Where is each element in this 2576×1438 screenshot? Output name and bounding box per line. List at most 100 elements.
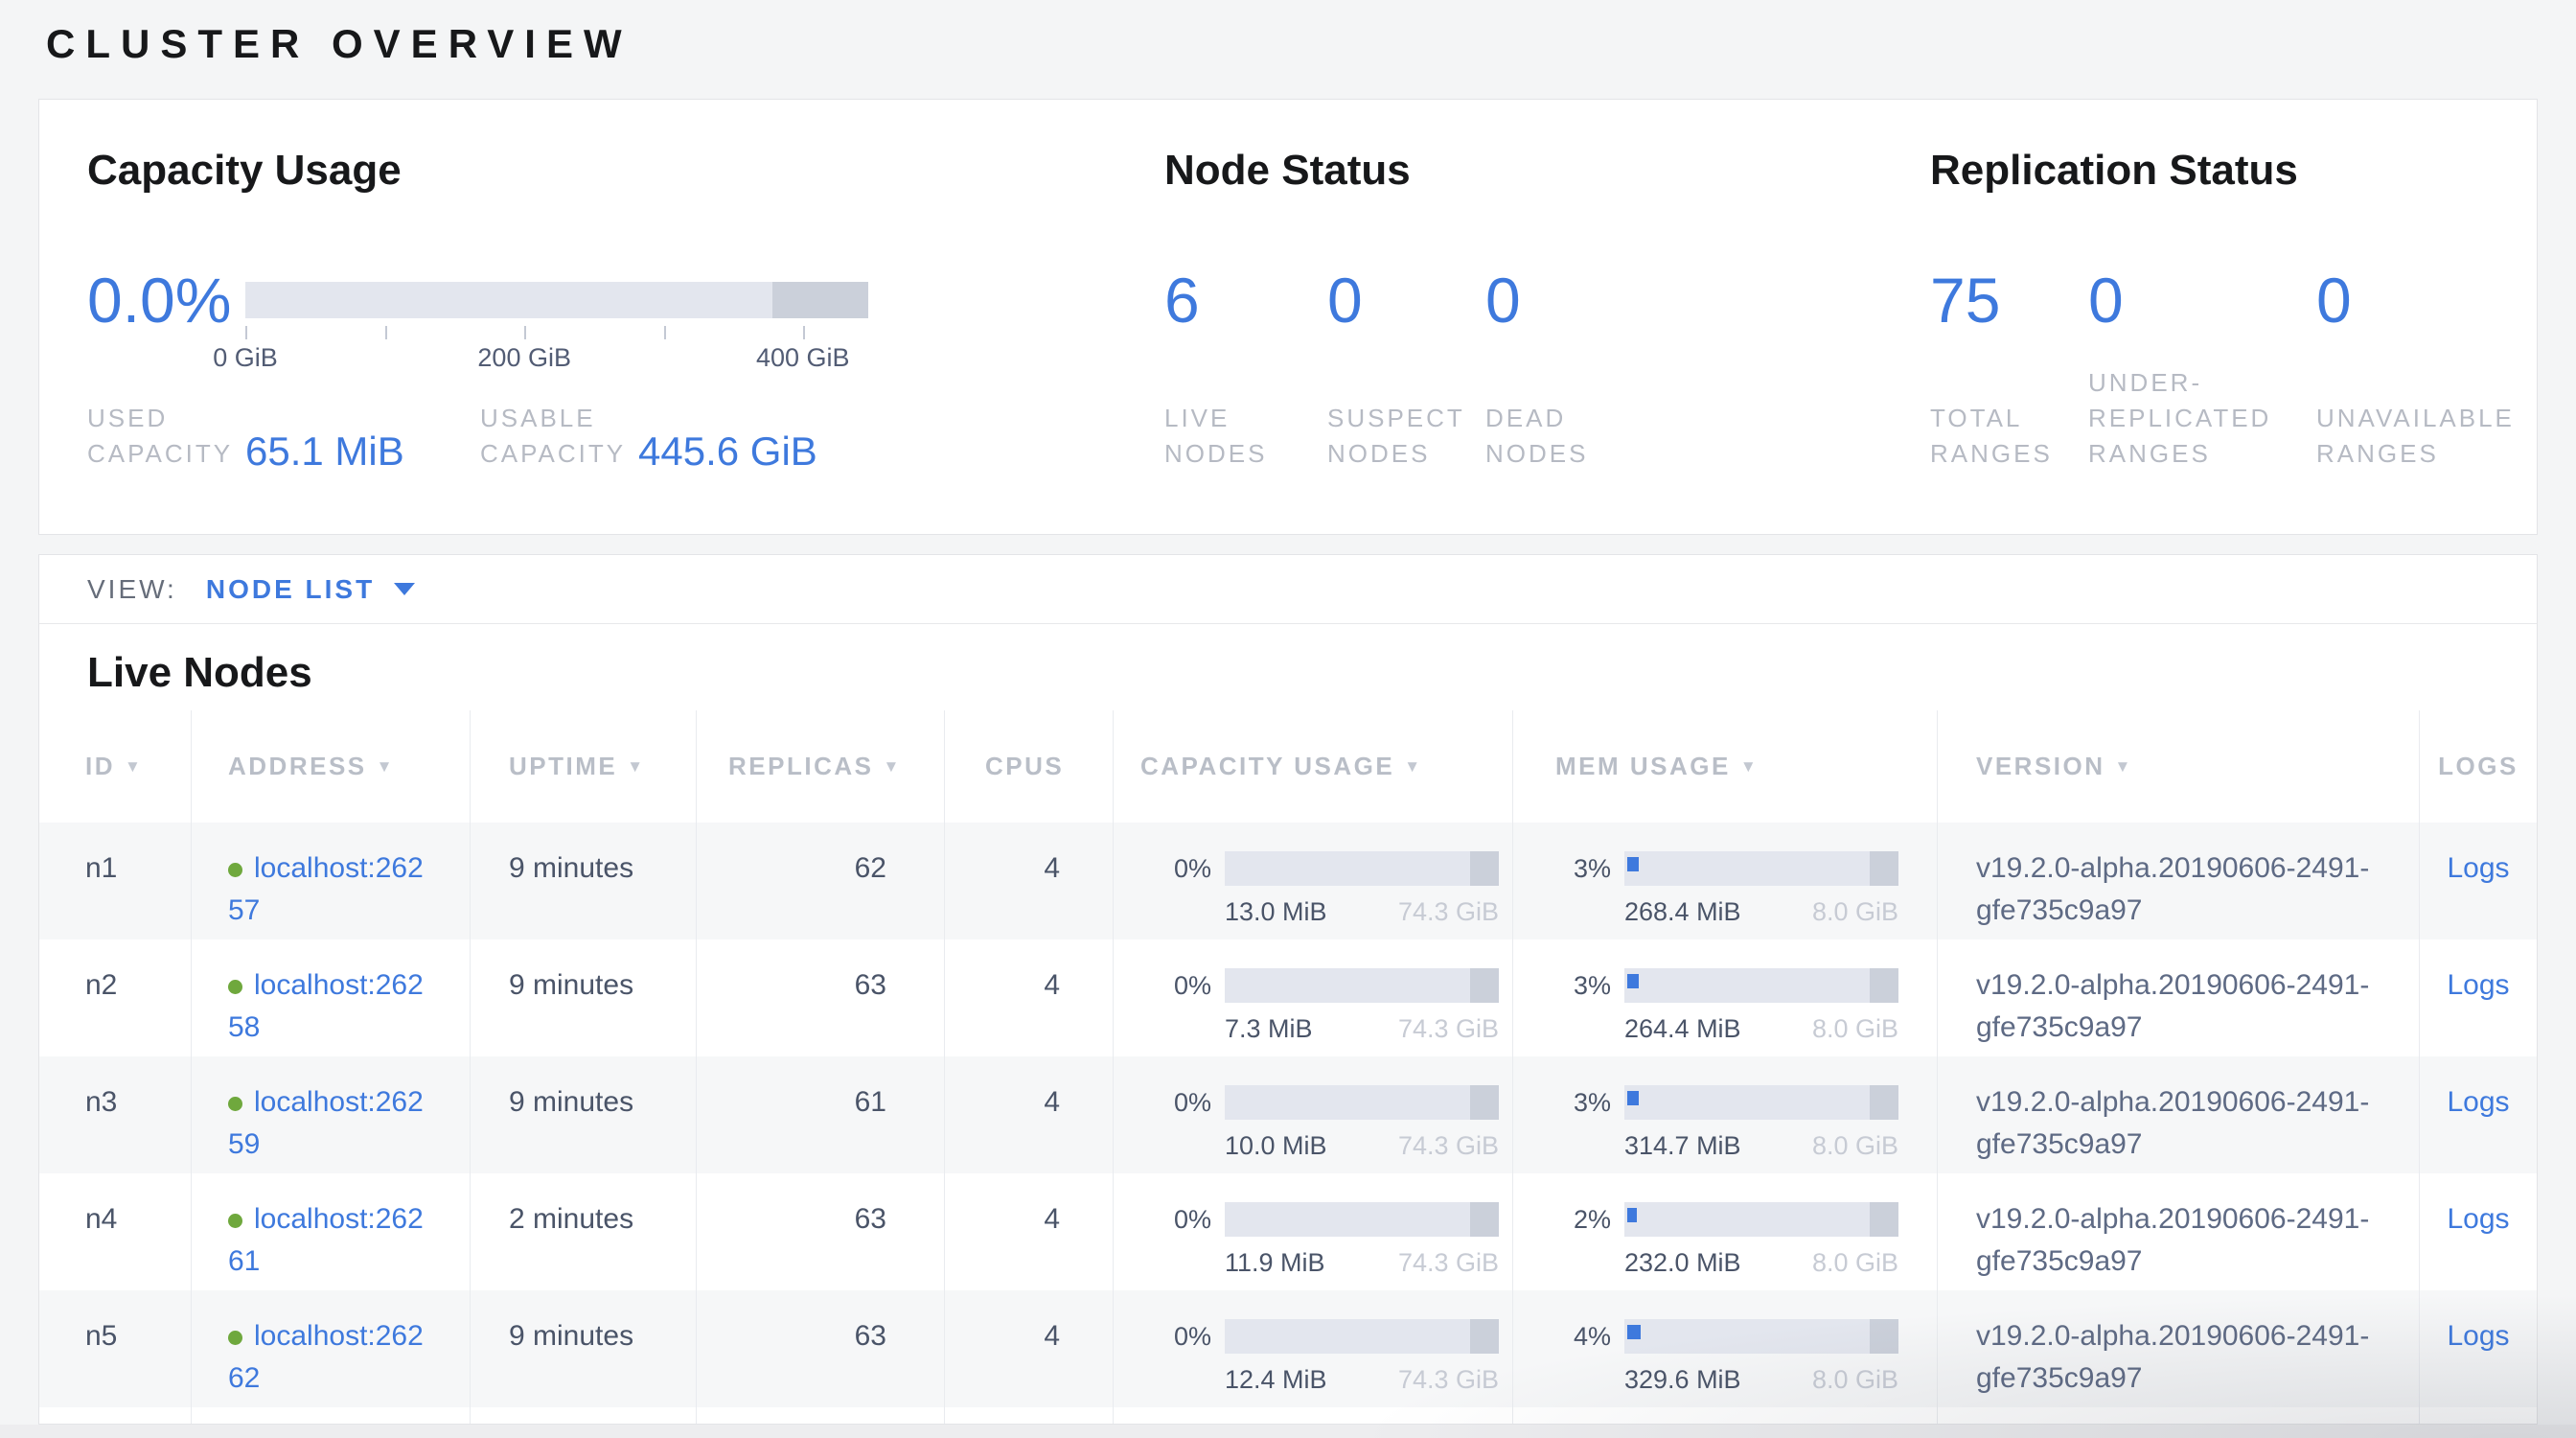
column-label: LOGS — [2438, 752, 2518, 781]
node-status-heading: Node Status — [1164, 148, 1759, 194]
capacity-max-value: 74.3 GiB — [1398, 1362, 1499, 1397]
replicas-value: 63 — [855, 1320, 886, 1352]
node-id: n2 — [85, 969, 117, 1001]
dead-nodes-label: DEADNODES — [1485, 401, 1677, 472]
version-line2: gfe735c9a97 — [1976, 1357, 2390, 1400]
node-id: n5 — [85, 1320, 117, 1352]
capacity-percent-value: 0.0% — [87, 263, 245, 339]
table-row: n3 localhost:26259 9 minutes 61 4 0% 10.… — [39, 1056, 2537, 1173]
uptime-cell: 9 minutes — [471, 823, 697, 939]
dead-nodes-count: 0 — [1485, 263, 1677, 339]
address-line2: 62 — [228, 1362, 260, 1394]
cpus-cell: 4 — [945, 939, 1114, 1056]
axis-tick — [385, 326, 387, 339]
live-status-icon — [228, 1097, 242, 1111]
usable-capacity-value: 445.6 GiB — [638, 429, 817, 475]
column-header-uptime[interactable]: UPTIME▼ — [471, 710, 697, 823]
replicas-cell: 63 — [697, 1173, 945, 1290]
logs-link[interactable]: Logs — [2447, 852, 2509, 884]
capacity-max-value: 74.3 GiB — [1398, 894, 1499, 929]
capacity-bar-reserved-segment — [1470, 968, 1499, 1003]
address-link[interactable]: localhost:26259 — [228, 1081, 447, 1166]
total-ranges-count: 75 — [1930, 263, 2088, 339]
column-header-address[interactable]: ADDRESS▼ — [192, 710, 471, 823]
view-dropdown[interactable]: NODE LIST — [206, 574, 415, 605]
capacity-bar-reserved-segment — [1470, 1319, 1499, 1354]
cpus-cell: 4 — [945, 1290, 1114, 1407]
capacity-percent: 0% — [1156, 1315, 1211, 1357]
uptime-cell: 9 minutes — [471, 939, 697, 1056]
axis-label-400gib: 400 GiB — [756, 343, 850, 373]
logs-cell: Logs — [2420, 1173, 2537, 1290]
version-line2: gfe735c9a97 — [1976, 1124, 2390, 1166]
mem-bar-reserved-segment — [1870, 968, 1898, 1003]
axis-tick — [803, 326, 805, 339]
uptime-cell: 9 minutes — [471, 1290, 697, 1407]
node-id-cell: n2 — [39, 939, 192, 1056]
mem-bar-fill — [1627, 857, 1639, 871]
capacity-bar — [1225, 1319, 1499, 1354]
cpus-value: 4 — [1044, 852, 1060, 884]
usable-capacity-label: USABLECAPACITY — [480, 401, 638, 472]
column-header-replicas[interactable]: REPLICAS▼ — [697, 710, 945, 823]
logs-link[interactable]: Logs — [2447, 1320, 2509, 1352]
capacity-bar — [1225, 851, 1499, 886]
live-status-icon — [228, 980, 242, 994]
uptime-cell: 9 minutes — [471, 1056, 697, 1173]
capacity-usage-section: Capacity Usage 0.0% 0 GiB 200 GiB 400 Gi… — [87, 148, 1132, 472]
address-line1: localhost:262 — [254, 969, 424, 1001]
column-header-id[interactable]: ID▼ — [39, 710, 192, 823]
replication-status-heading: Replication Status — [1930, 148, 2515, 194]
version-cell: v19.2.0-alpha.20190606-2491- gfe735c9a97 — [1938, 1173, 2420, 1290]
mem-percent: 4% — [1555, 1315, 1611, 1357]
capacity-usage-cell: 0% 7.3 MiB 74.3 GiB — [1114, 939, 1513, 1056]
mem-bar — [1624, 851, 1898, 886]
capacity-bar-reserved-segment — [1470, 851, 1499, 886]
cpus-value: 4 — [1044, 1320, 1060, 1352]
under-replicated-ranges-label: UNDER-REPLICATEDRANGES — [2088, 365, 2316, 472]
logs-link[interactable]: Logs — [2447, 1203, 2509, 1235]
address-link[interactable]: localhost:26258 — [228, 964, 447, 1049]
uptime-value: 9 minutes — [509, 969, 633, 1001]
mem-used-value: 329.6 MiB — [1624, 1362, 1741, 1397]
node-id: n1 — [85, 852, 117, 884]
capacity-used-value: 12.4 MiB — [1225, 1362, 1327, 1397]
column-header-version[interactable]: VERSION▼ — [1938, 710, 2420, 823]
logs-link[interactable]: Logs — [2447, 1086, 2509, 1118]
table-row: n1 localhost:26257 9 minutes 62 4 0% 13.… — [39, 823, 2537, 939]
column-header-capacity-usage[interactable]: CAPACITY USAGE▼ — [1114, 710, 1513, 823]
replicas-cell: 63 — [697, 939, 945, 1056]
column-label: ADDRESS — [228, 752, 367, 781]
mem-used-value: 264.4 MiB — [1624, 1011, 1741, 1046]
column-label: MEM USAGE — [1555, 752, 1731, 781]
version-cell: v19.2.0-alpha.20190606-2491- gfe735c9a97 — [1938, 1056, 2420, 1173]
version-line2: gfe735c9a97 — [1976, 890, 2390, 932]
replicas-value: 62 — [855, 852, 886, 884]
column-header-logs: LOGS — [2420, 710, 2537, 823]
suspect-nodes-count: 0 — [1327, 263, 1485, 339]
mem-bar-fill — [1627, 974, 1639, 988]
address-link[interactable]: localhost:26257 — [228, 847, 447, 932]
mem-bar-fill — [1627, 1325, 1641, 1339]
cpus-value: 4 — [1044, 1086, 1060, 1118]
logs-link[interactable]: Logs — [2447, 969, 2509, 1001]
capacity-percent: 0% — [1156, 964, 1211, 1007]
capacity-bar-reserved-segment — [1470, 1202, 1499, 1237]
capacity-used-value: 11.9 MiB — [1225, 1245, 1325, 1280]
address-line1: localhost:262 — [254, 852, 424, 884]
node-id-cell: n5 — [39, 1290, 192, 1407]
column-label: CPUS — [985, 752, 1064, 781]
logs-cell: Logs — [2420, 1290, 2537, 1407]
address-link[interactable]: localhost:26262 — [228, 1315, 447, 1400]
capacity-bar — [1225, 968, 1499, 1003]
capacity-usage-heading: Capacity Usage — [87, 148, 1132, 194]
replicas-cell: 62 — [697, 823, 945, 939]
mem-bar-reserved-segment — [1870, 1202, 1898, 1237]
column-header-mem-usage[interactable]: MEM USAGE▼ — [1513, 710, 1938, 823]
mem-max-value: 8.0 GiB — [1812, 894, 1898, 929]
column-label: VERSION — [1976, 752, 2105, 781]
node-address-cell: localhost:26257 — [192, 823, 471, 939]
address-link[interactable]: localhost:26261 — [228, 1198, 447, 1283]
table-row: n2 localhost:26258 9 minutes 63 4 0% 7.3… — [39, 939, 2537, 1056]
live-status-icon — [228, 1331, 242, 1345]
